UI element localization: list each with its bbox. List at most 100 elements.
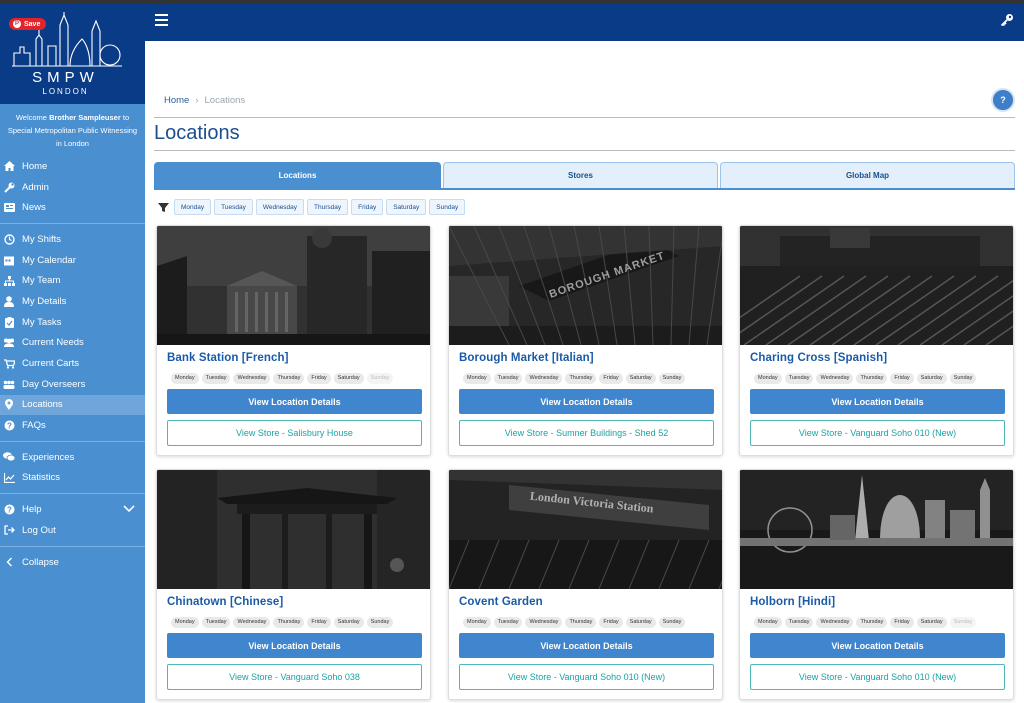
divider xyxy=(154,117,1015,118)
filter-day-tuesday[interactable]: Tuesday xyxy=(214,199,253,215)
view-store-button[interactable]: View Store - Vanguard Soho 038 xyxy=(167,664,422,690)
location-card: Holborn [Hindi] Monday Tuesday Wednesday Thu… xyxy=(739,469,1014,700)
location-title[interactable]: Bank Station [French] xyxy=(167,352,289,364)
filter-day-monday[interactable]: Monday xyxy=(174,199,212,215)
view-store-button[interactable]: View Store - Vanguard Soho 010 (New) xyxy=(459,664,714,690)
view-store-button[interactable]: View Store - Salisbury House xyxy=(167,420,422,446)
location-title[interactable]: Covent Garden xyxy=(459,596,543,608)
chevron-down-icon[interactable] xyxy=(123,504,135,515)
sidebar-item-home[interactable]: Home xyxy=(0,156,145,177)
sidebar-item-current-carts[interactable]: Current Carts xyxy=(0,353,145,374)
location-title[interactable]: Holborn [Hindi] xyxy=(750,596,835,608)
calendar-icon xyxy=(3,254,15,266)
sidebar-divider xyxy=(0,545,145,547)
location-card: Bank Station [French] Monday Tuesday Wednes… xyxy=(156,225,431,456)
svg-text:?: ? xyxy=(7,421,12,430)
view-location-details-button[interactable]: View Location Details xyxy=(459,633,714,658)
filter-day-saturday[interactable]: Saturday xyxy=(386,199,427,215)
day-badge-friday: Friday xyxy=(599,373,623,384)
sidebar-item-admin[interactable]: Admin xyxy=(0,177,145,198)
key-icon[interactable] xyxy=(1000,13,1014,30)
sidebar-item-faqs[interactable]: ? FAQs xyxy=(0,415,145,436)
sidebar-item-statistics[interactable]: Statistics xyxy=(0,468,145,489)
sidebar-item-my-details[interactable]: My Details xyxy=(0,291,145,312)
sidebar-item-current-needs[interactable]: Current Needs xyxy=(0,333,145,354)
clock-icon xyxy=(3,233,15,245)
question-icon: ? xyxy=(3,420,15,432)
day-badge-wednesday: Wednesday xyxy=(233,617,271,628)
sidebar-item-my-shifts[interactable]: My Shifts xyxy=(0,229,145,250)
wrench-icon xyxy=(3,181,15,193)
day-badge-friday: Friday xyxy=(890,373,914,384)
view-location-details-button[interactable]: View Location Details xyxy=(750,633,1005,658)
filter-day-sunday[interactable]: Sunday xyxy=(429,199,466,215)
sitemap-icon xyxy=(3,275,15,287)
sidebar: P Save SMPW LONDON Welcome Brother Sampl… xyxy=(0,3,145,703)
chart-icon xyxy=(3,472,15,484)
view-store-button[interactable]: View Store - Sumner Buildings - Shed 52 xyxy=(459,420,714,446)
sidebar-item-label: My Details xyxy=(22,295,67,307)
user-icon xyxy=(3,295,15,307)
location-title[interactable]: Chinatown [Chinese] xyxy=(167,596,283,608)
day-badge-sunday: Sunday xyxy=(658,617,686,628)
filter-day-wednesday[interactable]: Wednesday xyxy=(255,199,305,215)
brand-logo[interactable]: P Save SMPW LONDON xyxy=(0,3,145,104)
filter-day-friday[interactable]: Friday xyxy=(351,199,384,215)
svg-text:?: ? xyxy=(7,505,12,514)
tab-global-map[interactable]: Global Map xyxy=(720,162,1015,188)
tab-bar: Locations Stores Global Map xyxy=(154,162,1015,190)
location-card: BOROUGH MARKET Borough Market [Italian] Mo… xyxy=(448,225,723,456)
help-button[interactable]: ? xyxy=(991,88,1015,112)
sidebar-item-label: Log Out xyxy=(22,524,56,536)
day-badge-tuesday: Tuesday xyxy=(493,373,523,384)
sidebar-item-my-team[interactable]: My Team xyxy=(0,270,145,291)
top-header xyxy=(145,3,1024,41)
sidebar-item-label: Current Carts xyxy=(22,358,80,370)
breadcrumb-home-link[interactable]: Home xyxy=(164,95,189,106)
location-title[interactable]: Borough Market [Italian] xyxy=(459,352,594,364)
sidebar-item-label: My Calendar xyxy=(22,254,76,266)
location-card: Chinatown [Chinese] Monday Tuesday Wednesda… xyxy=(156,469,431,700)
location-days: Monday Tuesday Wednesday Thursday Friday Satu… xyxy=(171,373,394,384)
day-badge-saturday: Saturday xyxy=(625,617,656,628)
sidebar-item-collapse[interactable]: Collapse xyxy=(0,552,145,573)
sidebar-item-label: Current Needs xyxy=(22,337,84,349)
filter-day-thursday[interactable]: Thursday xyxy=(307,199,349,215)
sidebar-item-day-overseers[interactable]: Day Overseers xyxy=(0,374,145,395)
tab-stores[interactable]: Stores xyxy=(443,162,718,188)
clipboard-icon xyxy=(3,316,15,328)
view-store-button[interactable]: View Store - Vanguard Soho 010 (New) xyxy=(750,664,1005,690)
sidebar-item-locations[interactable]: Locations xyxy=(0,394,145,416)
sidebar-item-my-tasks[interactable]: My Tasks xyxy=(0,312,145,333)
sidebar-item-label: News xyxy=(22,202,46,214)
pinterest-save-button[interactable]: P Save xyxy=(9,18,47,30)
day-badge-friday: Friday xyxy=(599,617,623,628)
menu-toggle-icon[interactable] xyxy=(155,14,168,26)
location-card: Charing Cross [Spanish] Monday Tuesday Wedn… xyxy=(739,225,1014,456)
sidebar-item-news[interactable]: News xyxy=(0,197,145,218)
day-badge-thursday: Thursday xyxy=(565,617,597,628)
location-days: Monday Tuesday Wednesday Thursday Friday Satu… xyxy=(754,617,977,628)
view-location-details-button[interactable]: View Location Details xyxy=(167,389,422,414)
view-location-details-button[interactable]: View Location Details xyxy=(459,389,714,414)
sidebar-item-log-out[interactable]: Log Out xyxy=(0,520,145,541)
sidebar-item-help[interactable]: ? Help xyxy=(0,499,145,520)
map-marker-icon xyxy=(3,399,15,411)
welcome-message: Welcome Brother Sampleuser to Special Me… xyxy=(0,104,145,156)
view-location-details-button[interactable]: View Location Details xyxy=(750,389,1005,414)
sidebar-item-my-calendar[interactable]: My Calendar xyxy=(0,250,145,271)
location-photo: London Victoria Station xyxy=(449,470,722,589)
sidebar-divider xyxy=(0,440,145,442)
welcome-prefix: Welcome xyxy=(15,113,50,122)
tab-locations[interactable]: Locations xyxy=(154,162,441,188)
day-badge-monday: Monday xyxy=(171,373,199,384)
location-title[interactable]: Charing Cross [Spanish] xyxy=(750,352,887,364)
day-badge-sunday: Sunday xyxy=(366,617,394,628)
help-icon: ? xyxy=(3,504,15,516)
sidebar-item-experiences[interactable]: Experiences xyxy=(0,447,145,468)
view-store-button[interactable]: View Store - Vanguard Soho 010 (New) xyxy=(750,420,1005,446)
logout-icon xyxy=(3,524,15,536)
location-days: Monday Tuesday Wednesday Thursday Friday Satu… xyxy=(463,373,686,384)
brand-subtitle: LONDON xyxy=(42,87,89,96)
view-location-details-button[interactable]: View Location Details xyxy=(167,633,422,658)
